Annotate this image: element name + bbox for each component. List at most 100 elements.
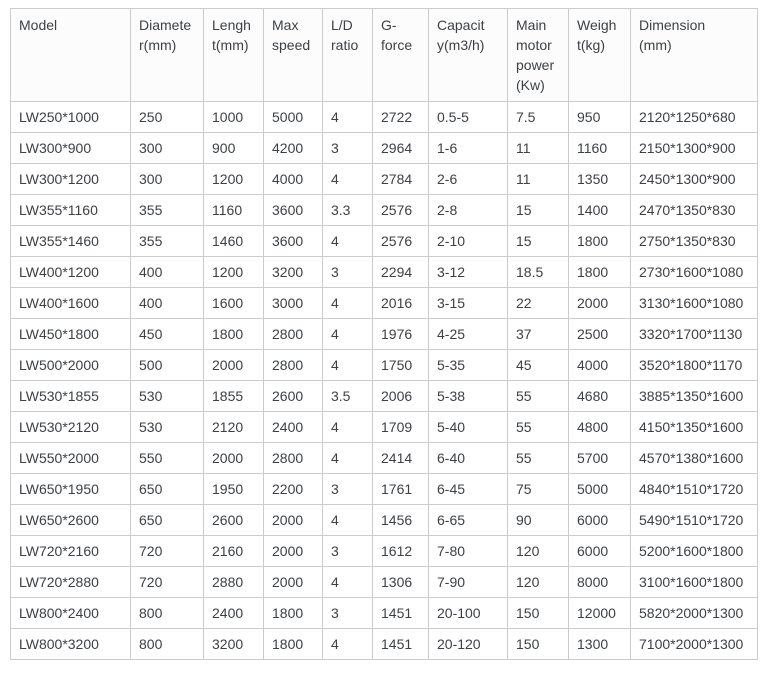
table-cell-dimension: 3520*1800*1170 bbox=[631, 350, 758, 381]
table-cell-capacity: 6-45 bbox=[429, 474, 508, 505]
table-row: LW800*2400800240018003145120-10015012000… bbox=[11, 598, 758, 629]
table-row: LW355*146035514603600425762-101518002750… bbox=[11, 226, 758, 257]
table-cell-maxspeed: 3000 bbox=[264, 288, 323, 319]
table-header: Model Diamete r(mm) Lengh t(mm) Max spee… bbox=[11, 9, 758, 102]
table-cell-diameter: 530 bbox=[131, 412, 204, 443]
table-cell-power: 18.5 bbox=[508, 257, 569, 288]
table-row: LW720*216072021602000316127-801206000520… bbox=[11, 536, 758, 567]
table-cell-power: 55 bbox=[508, 443, 569, 474]
table-cell-model: LW550*2000 bbox=[11, 443, 131, 474]
table-cell-power: 55 bbox=[508, 381, 569, 412]
table-cell-capacity: 20-100 bbox=[429, 598, 508, 629]
table-cell-capacity: 6-65 bbox=[429, 505, 508, 536]
table-cell-capacity: 1-6 bbox=[429, 133, 508, 164]
table-cell-weight: 1350 bbox=[569, 164, 631, 195]
table-cell-model: LW650*2600 bbox=[11, 505, 131, 536]
table-cell-power: 37 bbox=[508, 319, 569, 350]
table-cell-model: LW800*2400 bbox=[11, 598, 131, 629]
table-cell-maxspeed: 1800 bbox=[264, 629, 323, 660]
table-cell-diameter: 800 bbox=[131, 629, 204, 660]
table-cell-gforce: 1306 bbox=[373, 567, 429, 598]
table-cell-diameter: 530 bbox=[131, 381, 204, 412]
table-cell-ld_ratio: 4 bbox=[323, 319, 373, 350]
table-cell-power: 150 bbox=[508, 598, 569, 629]
table-cell-maxspeed: 3600 bbox=[264, 195, 323, 226]
table-cell-capacity: 5-38 bbox=[429, 381, 508, 412]
table-cell-power: 15 bbox=[508, 195, 569, 226]
table-cell-capacity: 4-25 bbox=[429, 319, 508, 350]
table-row: LW250*100025010005000427220.5-57.5950212… bbox=[11, 102, 758, 133]
table-cell-power: 11 bbox=[508, 133, 569, 164]
table-row: LW800*3200800320018004145120-12015013007… bbox=[11, 629, 758, 660]
table-cell-diameter: 300 bbox=[131, 133, 204, 164]
table-cell-power: 120 bbox=[508, 536, 569, 567]
table-cell-gforce: 2722 bbox=[373, 102, 429, 133]
table-cell-capacity: 2-6 bbox=[429, 164, 508, 195]
table-cell-model: LW720*2160 bbox=[11, 536, 131, 567]
table-cell-maxspeed: 2000 bbox=[264, 536, 323, 567]
table-cell-gforce: 2414 bbox=[373, 443, 429, 474]
table-cell-length: 900 bbox=[204, 133, 264, 164]
table-cell-capacity: 7-80 bbox=[429, 536, 508, 567]
table-cell-gforce: 2294 bbox=[373, 257, 429, 288]
col-header-diameter: Diamete r(mm) bbox=[131, 9, 204, 102]
table-cell-length: 1855 bbox=[204, 381, 264, 412]
table-cell-ld_ratio: 4 bbox=[323, 288, 373, 319]
table-cell-dimension: 4570*1380*1600 bbox=[631, 443, 758, 474]
table-row: LW530*212053021202400417095-405548004150… bbox=[11, 412, 758, 443]
table-cell-diameter: 650 bbox=[131, 505, 204, 536]
table-row: LW720*288072028802000413067-901208000310… bbox=[11, 567, 758, 598]
table-cell-dimension: 5820*2000*1300 bbox=[631, 598, 758, 629]
table-cell-model: LW450*1800 bbox=[11, 319, 131, 350]
table-row: LW300*9003009004200329641-61111602150*13… bbox=[11, 133, 758, 164]
table-cell-diameter: 355 bbox=[131, 195, 204, 226]
table-cell-ld_ratio: 3.5 bbox=[323, 381, 373, 412]
table-cell-weight: 4800 bbox=[569, 412, 631, 443]
table-cell-weight: 8000 bbox=[569, 567, 631, 598]
table-cell-maxspeed: 1800 bbox=[264, 598, 323, 629]
table-cell-length: 1950 bbox=[204, 474, 264, 505]
table-cell-ld_ratio: 4 bbox=[323, 102, 373, 133]
table-cell-gforce: 1709 bbox=[373, 412, 429, 443]
table-cell-power: 75 bbox=[508, 474, 569, 505]
table-cell-weight: 6000 bbox=[569, 505, 631, 536]
table-cell-gforce: 2784 bbox=[373, 164, 429, 195]
table-cell-diameter: 500 bbox=[131, 350, 204, 381]
table-cell-power: 150 bbox=[508, 629, 569, 660]
table-row: LW355*1160355116036003.325762-8151400247… bbox=[11, 195, 758, 226]
table-body: LW250*100025010005000427220.5-57.5950212… bbox=[11, 102, 758, 660]
table-row: LW550*200055020002800424146-405557004570… bbox=[11, 443, 758, 474]
table-cell-length: 3200 bbox=[204, 629, 264, 660]
table-cell-dimension: 3885*1350*1600 bbox=[631, 381, 758, 412]
table-cell-gforce: 1456 bbox=[373, 505, 429, 536]
table-cell-diameter: 720 bbox=[131, 567, 204, 598]
table-cell-capacity: 3-15 bbox=[429, 288, 508, 319]
table-cell-capacity: 0.5-5 bbox=[429, 102, 508, 133]
table-cell-gforce: 1612 bbox=[373, 536, 429, 567]
table-cell-maxspeed: 2600 bbox=[264, 381, 323, 412]
table-cell-power: 90 bbox=[508, 505, 569, 536]
table-cell-model: LW300*900 bbox=[11, 133, 131, 164]
table-cell-length: 2120 bbox=[204, 412, 264, 443]
table-cell-maxspeed: 2800 bbox=[264, 443, 323, 474]
table-cell-diameter: 250 bbox=[131, 102, 204, 133]
table-cell-length: 2400 bbox=[204, 598, 264, 629]
table-cell-dimension: 2470*1350*830 bbox=[631, 195, 758, 226]
table-cell-length: 1000 bbox=[204, 102, 264, 133]
table-cell-maxspeed: 2000 bbox=[264, 505, 323, 536]
table-cell-gforce: 2006 bbox=[373, 381, 429, 412]
table-cell-ld_ratio: 3 bbox=[323, 257, 373, 288]
table-cell-weight: 5000 bbox=[569, 474, 631, 505]
table-cell-ld_ratio: 3 bbox=[323, 474, 373, 505]
table-row: LW300*120030012004000427842-61113502450*… bbox=[11, 164, 758, 195]
table-row: LW400*120040012003200322943-1218.5180027… bbox=[11, 257, 758, 288]
table-cell-power: 120 bbox=[508, 567, 569, 598]
table-cell-weight: 2000 bbox=[569, 288, 631, 319]
table-cell-diameter: 300 bbox=[131, 164, 204, 195]
table-cell-maxspeed: 2800 bbox=[264, 350, 323, 381]
table-cell-dimension: 5200*1600*1800 bbox=[631, 536, 758, 567]
table-cell-capacity: 7-90 bbox=[429, 567, 508, 598]
table-cell-capacity: 3-12 bbox=[429, 257, 508, 288]
col-header-weight: Weigh t(kg) bbox=[569, 9, 631, 102]
table-cell-weight: 12000 bbox=[569, 598, 631, 629]
